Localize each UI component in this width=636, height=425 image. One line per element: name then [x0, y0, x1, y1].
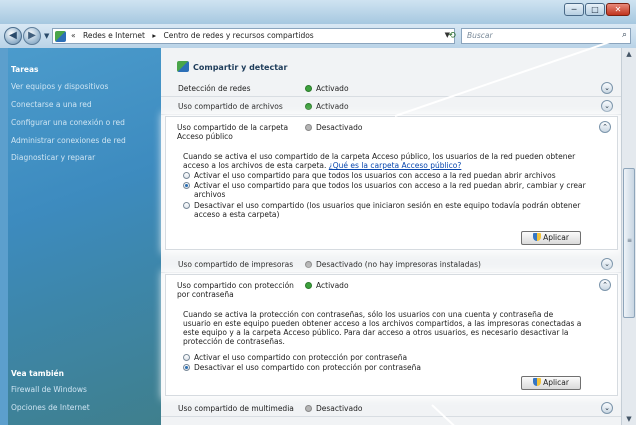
status-on-icon [306, 104, 311, 109]
sidebar-item-ver-equipos[interactable]: Ver equipos y dispositivos [11, 82, 108, 91]
scroll-down-icon[interactable]: ▼ [623, 413, 635, 425]
row-label: Uso compartido de impresoras [178, 260, 294, 269]
status-text: Activado [306, 281, 349, 290]
status-text: Desactivado [306, 123, 362, 132]
status-text: Activado [306, 102, 349, 111]
minimize-button[interactable]: ─ [564, 3, 584, 16]
status-off-icon [306, 406, 311, 411]
sidebar-see-also-heading: Vea también [11, 369, 64, 378]
option-open-files[interactable]: Activar el uso compartido para que todos… [183, 171, 588, 180]
close-button[interactable]: ✕ [606, 3, 630, 16]
address-bar[interactable]: « Redes e Internet ▸ Centro de redes y r… [52, 28, 455, 44]
status-text: Activado [306, 84, 349, 93]
option-disable-sharing[interactable]: Desactivar el uso compartido (los usuari… [183, 201, 588, 219]
collapse-chevron-up-icon[interactable]: ⌃ [599, 279, 611, 291]
refresh-icon[interactable]: ⟲ [446, 30, 458, 42]
main-content: Compartir y detectar Detección de redes … [161, 48, 621, 425]
row-file-sharing[interactable]: Uso compartido de archivos Activado ⌄ [161, 97, 621, 115]
section-title: Compartir y detectar [193, 63, 288, 72]
sidebar-item-configurar[interactable]: Configurar una conexión o red [11, 118, 125, 127]
panel-description: Cuando se activa el uso compartido de la… [183, 152, 576, 170]
sidebar-item-firewall[interactable]: Firewall de Windows [11, 385, 87, 394]
apply-button[interactable]: Aplicar [521, 231, 581, 245]
status-off-icon [306, 125, 311, 130]
option-disable-password[interactable]: Desactivar el uso compartido con protecc… [183, 363, 588, 372]
maximize-button[interactable]: □ [585, 3, 605, 16]
sidebar-tasks-heading: Tareas [11, 65, 39, 74]
scroll-thumb[interactable]: ≡ [623, 168, 635, 318]
row-media-sharing[interactable]: Uso compartido de multimedia Desactivado… [161, 399, 621, 417]
shield-icon [533, 378, 542, 386]
public-folder-panel: Uso compartido de la carpeta Acceso públ… [165, 116, 618, 250]
sidebar-item-opciones-internet[interactable]: Opciones de Internet [11, 403, 90, 412]
recent-pages-chevron-down-icon[interactable]: ▼ [44, 32, 49, 40]
forward-button[interactable]: ▶ [23, 27, 41, 45]
apply-button[interactable]: Aplicar [521, 376, 581, 390]
status-text: Desactivado [306, 404, 362, 413]
radio-button-selected[interactable] [183, 182, 190, 189]
option-enable-password[interactable]: Activar el uso compartido con protección… [183, 353, 588, 362]
breadcrumb-item-redes[interactable]: Redes e Internet [83, 31, 145, 40]
breadcrumb: « Redes e Internet ▸ Centro de redes y r… [71, 31, 319, 40]
navigation-bar: ◀ ▶ ▼ « Redes e Internet ▸ Centro de red… [0, 24, 636, 48]
status-text: Desactivado (no hay impresoras instalada… [306, 260, 481, 269]
row-network-discovery[interactable]: Detección de redes Activado ⌄ [161, 79, 621, 97]
row-label: Detección de redes [178, 84, 251, 93]
expand-chevron-down-icon[interactable]: ⌄ [601, 100, 613, 112]
breadcrumb-overflow[interactable]: « [71, 31, 76, 40]
title-bar: ─ □ ✕ [0, 0, 636, 24]
row-label: Uso compartido de multimedia [178, 404, 294, 413]
radio-button[interactable] [183, 202, 190, 209]
breadcrumb-separator[interactable]: ▸ [152, 31, 156, 40]
breadcrumb-item-centro[interactable]: Centro de redes y recursos compartidos [163, 31, 313, 40]
collapse-chevron-up-icon[interactable]: ⌃ [599, 121, 611, 133]
window-controls: ─ □ ✕ [564, 3, 630, 16]
radio-button-selected[interactable] [183, 364, 190, 371]
radio-button[interactable] [183, 172, 190, 179]
shield-icon [533, 233, 542, 241]
password-protection-panel: Uso compartido con protección por contra… [165, 274, 618, 396]
vertical-scrollbar[interactable]: ▲ ≡ ▼ [621, 48, 636, 425]
search-icon[interactable]: ⌕ [622, 30, 627, 40]
status-off-icon [306, 262, 311, 267]
public-folder-help-link[interactable]: ¿Qué es la carpeta Acceso público? [329, 161, 462, 170]
sidebar-item-administrar[interactable]: Administrar conexiones de red [11, 136, 126, 145]
status-on-icon [306, 86, 311, 91]
panel-description: Cuando se activa la protección con contr… [183, 310, 582, 346]
network-icon [177, 61, 189, 72]
scroll-up-icon[interactable]: ▲ [623, 48, 635, 60]
row-label: Uso compartido de archivos [178, 102, 283, 111]
status-on-icon [306, 283, 311, 288]
sidebar: Tareas Ver equipos y dispositivos Conect… [0, 48, 161, 425]
radio-button[interactable] [183, 354, 190, 361]
expand-chevron-down-icon[interactable]: ⌄ [601, 258, 613, 270]
option-open-change-create[interactable]: Activar el uso compartido para que todos… [183, 181, 588, 199]
expand-chevron-down-icon[interactable]: ⌄ [601, 82, 613, 94]
row-printer-sharing[interactable]: Uso compartido de impresoras Desactivado… [161, 255, 621, 273]
sidebar-item-conectarse[interactable]: Conectarse a una red [11, 100, 92, 109]
expand-chevron-down-icon[interactable]: ⌄ [601, 402, 613, 414]
back-button[interactable]: ◀ [4, 27, 22, 45]
network-icon [55, 31, 66, 42]
sidebar-item-diagnosticar[interactable]: Diagnosticar y reparar [11, 153, 95, 162]
search-placeholder: Buscar [467, 31, 493, 40]
panel-title: Uso compartido de la carpeta Acceso públ… [177, 123, 289, 141]
panel-title: Uso compartido con protección por contra… [177, 281, 294, 299]
